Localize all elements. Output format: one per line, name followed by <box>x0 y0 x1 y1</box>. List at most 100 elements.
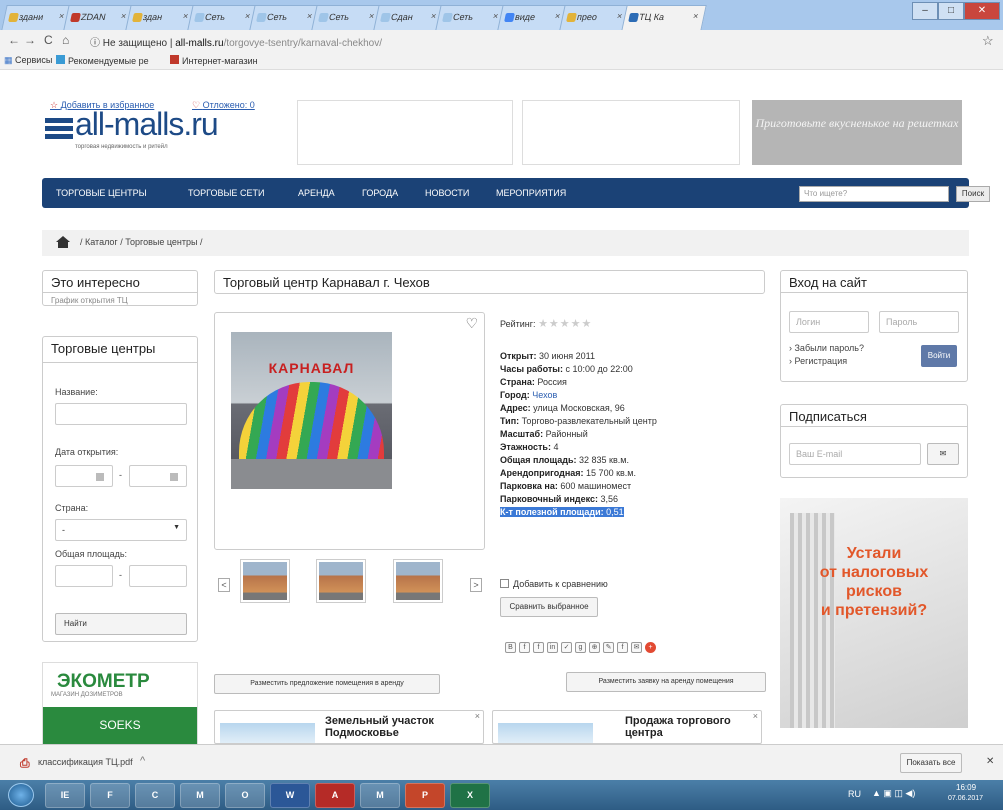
media-taskbar-icon[interactable]: M <box>180 783 220 808</box>
email-input[interactable]: Ваш E-mail <box>789 443 921 465</box>
clock-date[interactable]: 07.06.2017 <box>948 795 983 802</box>
close-tab-icon[interactable]: × <box>692 11 699 21</box>
tax-ad-banner[interactable]: Устали от налоговых рисков и претензий? <box>780 498 968 728</box>
password-input[interactable]: Пароль <box>879 311 959 333</box>
rating-stars[interactable]: ★★★★★ <box>538 318 592 330</box>
photo-thumbnail[interactable] <box>393 559 443 603</box>
area-to-input[interactable] <box>129 565 187 587</box>
email-share-icon[interactable]: ✉ <box>631 642 642 653</box>
chrome-taskbar-icon[interactable]: C <box>135 783 175 808</box>
forgot-password-link[interactable]: › Забыли пароль? <box>789 343 864 353</box>
news-card[interactable]: Земельный участок Подмосковье × <box>214 710 484 744</box>
close-tab-icon[interactable]: × <box>616 11 623 21</box>
browser-tab[interactable]: Сеть × <box>311 5 383 30</box>
address-bar[interactable]: ⓘ Не защищено | all-malls.ru/torgovye-ts… <box>90 34 382 49</box>
ie-taskbar-icon[interactable]: IE <box>45 783 85 808</box>
nav-item-malls[interactable]: ТОРГОВЫЕ ЦЕНТРЫ <box>56 188 147 198</box>
close-icon[interactable]: × <box>753 711 758 721</box>
twitter-share-icon[interactable]: ✓ <box>561 642 572 653</box>
bookmark-shop[interactable]: Интернет-магазин <box>170 55 258 66</box>
more-share-icon[interactable]: + <box>645 642 656 653</box>
area-from-input[interactable] <box>55 565 113 587</box>
post-offer-button[interactable]: Разместить предложение помещения в аренд… <box>214 674 440 694</box>
browser-tab[interactable]: Сеть × <box>435 5 507 30</box>
login-button[interactable]: Войти <box>921 345 957 367</box>
register-link[interactable]: › Регистрация <box>789 356 847 366</box>
photo-thumbnail[interactable] <box>240 559 290 603</box>
maximize-button[interactable]: □ <box>938 2 964 20</box>
browser-tab-active[interactable]: ТЦ Ка × <box>621 5 707 31</box>
vk-share-icon[interactable]: В <box>505 642 516 653</box>
mall-photo[interactable]: КАРНАВАЛ <box>231 332 392 489</box>
bookmark-star-icon[interactable]: ☆ <box>982 33 994 49</box>
close-tab-icon[interactable]: × <box>306 11 313 21</box>
close-icon[interactable]: × <box>475 711 480 721</box>
facebook-share-icon[interactable]: f <box>533 642 544 653</box>
close-tab-icon[interactable]: × <box>244 11 251 21</box>
download-menu-caret[interactable]: ^ <box>140 755 145 767</box>
post-request-button[interactable]: Разместить заявку на аренду помещения <box>566 672 766 692</box>
country-select[interactable]: - ▼ <box>55 519 187 541</box>
close-tab-icon[interactable]: × <box>368 11 375 21</box>
thumbnail-prev-button[interactable]: < <box>218 578 230 592</box>
show-all-downloads-button[interactable]: Показать все <box>900 753 962 773</box>
forward-icon[interactable]: → <box>24 33 36 47</box>
close-tab-icon[interactable]: × <box>58 11 65 21</box>
blog-share-icon[interactable]: ✎ <box>603 642 614 653</box>
browser-tab[interactable]: прео × <box>559 5 631 30</box>
site-search-button[interactable]: Поиск <box>956 186 990 202</box>
site-search-input[interactable]: Что ищете? <box>799 186 949 202</box>
home-icon[interactable]: ⌂ <box>62 33 69 47</box>
home-icon[interactable] <box>56 236 70 248</box>
find-button[interactable]: Найти <box>55 613 187 635</box>
browser-tab[interactable]: Сдан × <box>373 5 445 30</box>
download-file[interactable]: классификация ТЦ.pdf <box>38 757 133 767</box>
close-window-button[interactable]: ✕ <box>964 2 1000 20</box>
back-icon[interactable]: ← <box>8 33 20 47</box>
browser-tab[interactable]: здани × <box>1 5 73 30</box>
date-from-input[interactable] <box>55 465 113 487</box>
close-tab-icon[interactable]: × <box>430 11 437 21</box>
language-indicator[interactable]: RU <box>848 789 861 799</box>
news-card[interactable]: Продажа торгового центра × <box>492 710 762 744</box>
nav-item-rent[interactable]: АРЕНДА <box>298 188 335 198</box>
clock-time[interactable]: 16:09 <box>956 783 976 792</box>
nav-item-events[interactable]: МЕРОПРИЯТИЯ <box>496 188 566 198</box>
nav-item-cities[interactable]: ГОРОДА <box>362 188 398 198</box>
explorer-taskbar-icon[interactable]: F <box>90 783 130 808</box>
facebook-share-icon[interactable]: f <box>617 642 628 653</box>
ecometer-ad[interactable]: ЭКОМЕТР МАГАЗИН ДОЗИМЕТРОВ SOEKS <box>42 662 198 744</box>
opening-schedule-link[interactable]: График открытия ТЦ <box>51 296 128 305</box>
security-indicator[interactable]: ⓘ Не защищено <box>90 38 167 49</box>
promo-banner[interactable]: Приготовьте вкусненькое на решетках <box>752 100 962 165</box>
close-tab-icon[interactable]: × <box>554 11 561 21</box>
date-to-input[interactable] <box>129 465 187 487</box>
close-tab-icon[interactable]: × <box>492 11 499 21</box>
nav-item-news[interactable]: НОВОСТИ <box>425 188 469 198</box>
share-icon[interactable]: f <box>519 642 530 653</box>
subscribe-button[interactable]: ✉ <box>927 443 959 465</box>
browser-tab[interactable]: виде × <box>497 5 569 30</box>
calendar-icon[interactable] <box>170 473 178 481</box>
mail-taskbar-icon[interactable]: M <box>360 783 400 808</box>
start-button[interactable] <box>8 783 34 807</box>
browser-tab[interactable]: Сеть × <box>249 5 321 30</box>
login-input[interactable]: Логин <box>789 311 869 333</box>
photo-thumbnail[interactable] <box>316 559 366 603</box>
minimize-button[interactable]: – <box>912 2 938 20</box>
heart-icon[interactable]: ♡ <box>465 315 478 332</box>
google-share-icon[interactable]: g <box>575 642 586 653</box>
acrobat-taskbar-icon[interactable]: A <box>315 783 355 808</box>
excel-taskbar-icon[interactable]: X <box>450 783 490 808</box>
close-tab-icon[interactable]: × <box>120 11 127 21</box>
nav-item-chains[interactable]: ТОРГОВЫЕ СЕТИ <box>188 188 264 198</box>
browser-tab[interactable]: ZDAN × <box>63 5 135 30</box>
powerpoint-taskbar-icon[interactable]: P <box>405 783 445 808</box>
pinterest-share-icon[interactable]: ⊕ <box>589 642 600 653</box>
linkedin-share-icon[interactable]: in <box>547 642 558 653</box>
compare-checkbox[interactable] <box>500 579 509 588</box>
calendar-icon[interactable] <box>96 473 104 481</box>
close-tab-icon[interactable]: × <box>182 11 189 21</box>
thumbnail-next-button[interactable]: > <box>470 578 482 592</box>
opera-taskbar-icon[interactable]: O <box>225 783 265 808</box>
